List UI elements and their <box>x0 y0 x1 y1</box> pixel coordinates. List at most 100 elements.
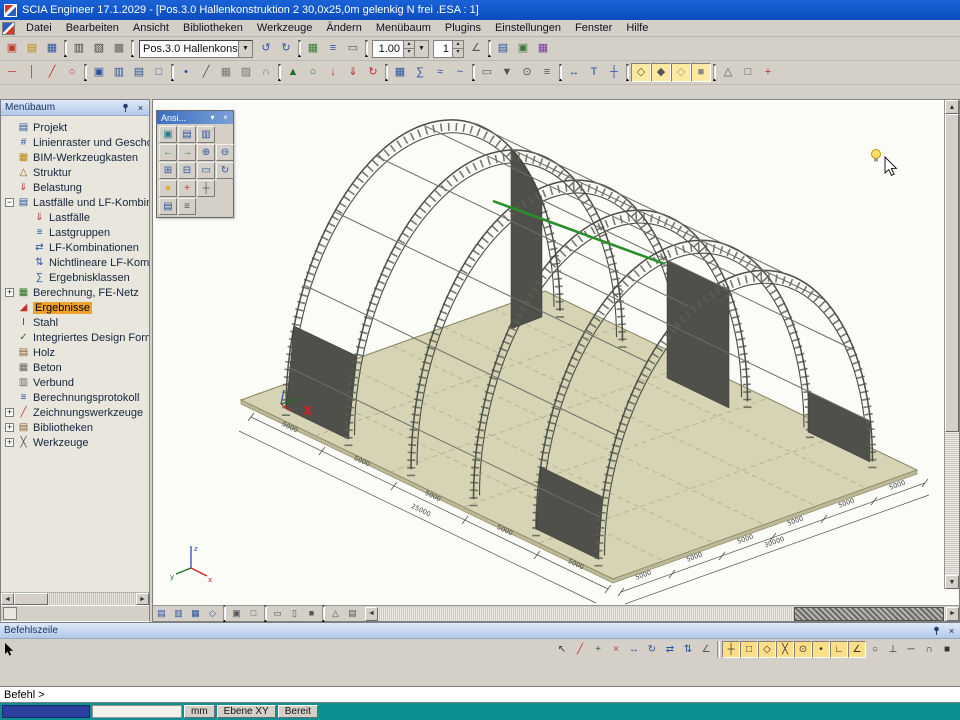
window-split-icon[interactable]: ▤ <box>129 63 149 82</box>
pin-icon[interactable] <box>119 102 132 114</box>
snap-center-icon[interactable]: ⊙ <box>794 641 812 658</box>
view-top-icon[interactable]: ▤ <box>153 606 170 621</box>
snap-endpoint-icon[interactable]: □ <box>740 641 758 658</box>
measure-icon[interactable]: ∠ <box>697 641 715 658</box>
model-scene[interactable]: 5000 5000 5000 5000 5000 25000 5000 5000… <box>153 100 946 605</box>
delete-icon[interactable]: × <box>607 641 625 658</box>
layers-dialog-icon[interactable]: ▤ <box>493 39 513 58</box>
selection-icon[interactable]: ▭ <box>477 63 497 82</box>
menu-plugins[interactable]: Plugins <box>438 21 488 35</box>
command-panel-header[interactable]: Befehlszeile × <box>0 623 960 639</box>
tree-expander-icon[interactable]: + <box>5 408 14 417</box>
tree-item-integriertes-design[interactable]: ✓ Integriertes Design Form <box>1 330 149 345</box>
perspective-mode-icon[interactable]: △ <box>327 606 344 621</box>
print-view-icon[interactable]: ▤ <box>344 606 361 621</box>
redo-icon[interactable]: ↻ <box>276 39 296 58</box>
tree-item-werkzeuge[interactable]: + ╳ Werkzeuge <box>1 435 149 450</box>
close-icon[interactable]: × <box>945 625 958 637</box>
copy-picture-icon[interactable]: ▩ <box>109 39 129 58</box>
tree-item-nichtlineare-lf-komb[interactable]: ⇅ Nichtlineare LF-Komb <box>1 255 149 270</box>
window-new-icon[interactable]: □ <box>149 63 169 82</box>
axes-icon[interactable]: ┼ <box>197 180 215 197</box>
tree-expander-icon[interactable]: − <box>5 198 14 207</box>
snap-line-icon[interactable]: ─ <box>902 641 920 658</box>
snap-tangent-icon[interactable]: ○ <box>866 641 884 658</box>
tree-horizontal-scrollbar[interactable]: ◄ ► <box>1 592 149 605</box>
command-input[interactable]: Befehl > <box>0 686 960 703</box>
tree-item-lastfaelle-lf-kombinationen[interactable]: − ▤ Lastfälle und LF-Kombina <box>1 195 149 210</box>
snap-ortho-icon[interactable]: ∟ <box>830 641 848 658</box>
scroll-down-icon[interactable]: ▼ <box>945 575 959 589</box>
scroll-thumb[interactable] <box>794 607 944 621</box>
open-project-icon[interactable]: ▤ <box>22 39 42 58</box>
menu-werkzeuge[interactable]: Werkzeuge <box>250 21 319 35</box>
tree-item-ergebnisklassen[interactable]: ∑ Ergebnisklassen <box>1 270 149 285</box>
filter-icon[interactable]: ▼ <box>497 63 517 82</box>
gallery-icon[interactable]: ▦ <box>533 39 553 58</box>
tree-expander-icon[interactable]: + <box>5 423 14 432</box>
menu-fenster[interactable]: Fenster <box>568 21 619 35</box>
member-diagonal-icon[interactable]: ╱ <box>42 63 62 82</box>
menu-ansicht[interactable]: Ansicht <box>126 21 176 35</box>
print-icon[interactable]: ▥ <box>69 39 89 58</box>
save-icon[interactable]: ▦ <box>42 39 62 58</box>
camera-icon[interactable]: ▥ <box>197 126 215 143</box>
stretch-icon[interactable]: ⇅ <box>679 641 697 658</box>
units-button[interactable]: mm <box>184 705 215 718</box>
chevron-down-icon[interactable]: ▾ <box>207 112 218 123</box>
pin-icon[interactable] <box>930 625 943 637</box>
working-plane-button[interactable]: Ebene XY <box>217 705 276 718</box>
snap-midpoint-icon[interactable]: ◇ <box>758 641 776 658</box>
scale-stepper[interactable]: ▴▾ <box>403 41 414 57</box>
document-icon[interactable]: ▭ <box>343 39 363 58</box>
tree-item-lastgruppen[interactable]: ≡ Lastgruppen <box>1 225 149 240</box>
scroll-right-icon[interactable]: ► <box>946 607 959 621</box>
scroll-left-icon[interactable]: ◄ <box>1 593 14 605</box>
view-palette[interactable]: Ansi... ▾ × ▣▤▥←→⊕⊖⊞⊟▭↻●+┼▤≡ <box>156 110 234 218</box>
curve-icon[interactable]: ○ <box>62 63 82 82</box>
line-tool-icon[interactable]: ╱ <box>571 641 589 658</box>
view-front-icon[interactable]: ▥ <box>170 606 187 621</box>
text-icon[interactable]: T <box>584 63 604 82</box>
grid-icon[interactable]: ┼ <box>604 63 624 82</box>
zoom-window-icon[interactable]: ⊞ <box>159 162 177 179</box>
point-load-icon[interactable]: ↓ <box>323 63 343 82</box>
new-project-icon[interactable]: ▣ <box>2 39 22 58</box>
wireframe-mode-icon[interactable]: ▭ <box>269 606 286 621</box>
view-side-icon[interactable]: ▦ <box>187 606 204 621</box>
close-icon[interactable]: × <box>220 112 231 123</box>
menu-bearbeiten[interactable]: Bearbeiten <box>59 21 126 35</box>
snap-perpendicular-icon[interactable]: ⊥ <box>884 641 902 658</box>
scale-dropdown-icon[interactable]: ▼ <box>414 41 428 57</box>
dimension-icon[interactable]: ↔ <box>564 63 584 82</box>
zoom-out-icon[interactable]: ⊖ <box>216 144 234 161</box>
tree-item-berechnungsprotokoll[interactable]: ≡ Berechnungsprotokoll <box>1 390 149 405</box>
perspective-icon[interactable]: △ <box>718 63 738 82</box>
scroll-left-icon[interactable]: ◄ <box>365 607 378 621</box>
render-wireframe-icon[interactable]: ◇ <box>631 63 651 82</box>
moment-load-icon[interactable]: ↻ <box>363 63 383 82</box>
menu-menuebaum[interactable]: Menübaum <box>369 21 438 35</box>
beam-horizontal-icon[interactable]: ─ <box>2 63 22 82</box>
mdi-system-icon[interactable] <box>2 22 15 35</box>
menu-datei[interactable]: Datei <box>19 21 59 35</box>
save-view-icon[interactable]: ▣ <box>159 126 177 143</box>
hinge-icon[interactable]: ○ <box>303 63 323 82</box>
menu-tree-header[interactable]: Menübaum × <box>1 100 149 116</box>
snap-grid-icon[interactable]: ┼ <box>722 641 740 658</box>
dock-tab[interactable] <box>3 607 17 620</box>
view-previous-icon[interactable]: ← <box>159 144 177 161</box>
wall-icon[interactable]: ▨ <box>236 63 256 82</box>
view-palette-header[interactable]: Ansi... ▾ × <box>157 111 233 124</box>
tree-item-stahl[interactable]: I Stahl <box>1 315 149 330</box>
axonometry-icon[interactable]: ◇ <box>204 606 221 621</box>
snap-arc-icon[interactable]: ∩ <box>920 641 938 658</box>
move-icon[interactable]: ↔ <box>625 641 643 658</box>
zoom-all-icon[interactable]: ⊟ <box>178 162 196 179</box>
render-solid-icon[interactable]: ◆ <box>651 63 671 82</box>
render-transparent-icon[interactable]: ◇ <box>671 63 691 82</box>
snap-node-icon[interactable]: • <box>812 641 830 658</box>
redraw-icon[interactable]: ↻ <box>216 162 234 179</box>
zoom-window-small-icon[interactable]: □ <box>245 606 262 621</box>
ucs-icon[interactable]: + <box>758 63 778 82</box>
